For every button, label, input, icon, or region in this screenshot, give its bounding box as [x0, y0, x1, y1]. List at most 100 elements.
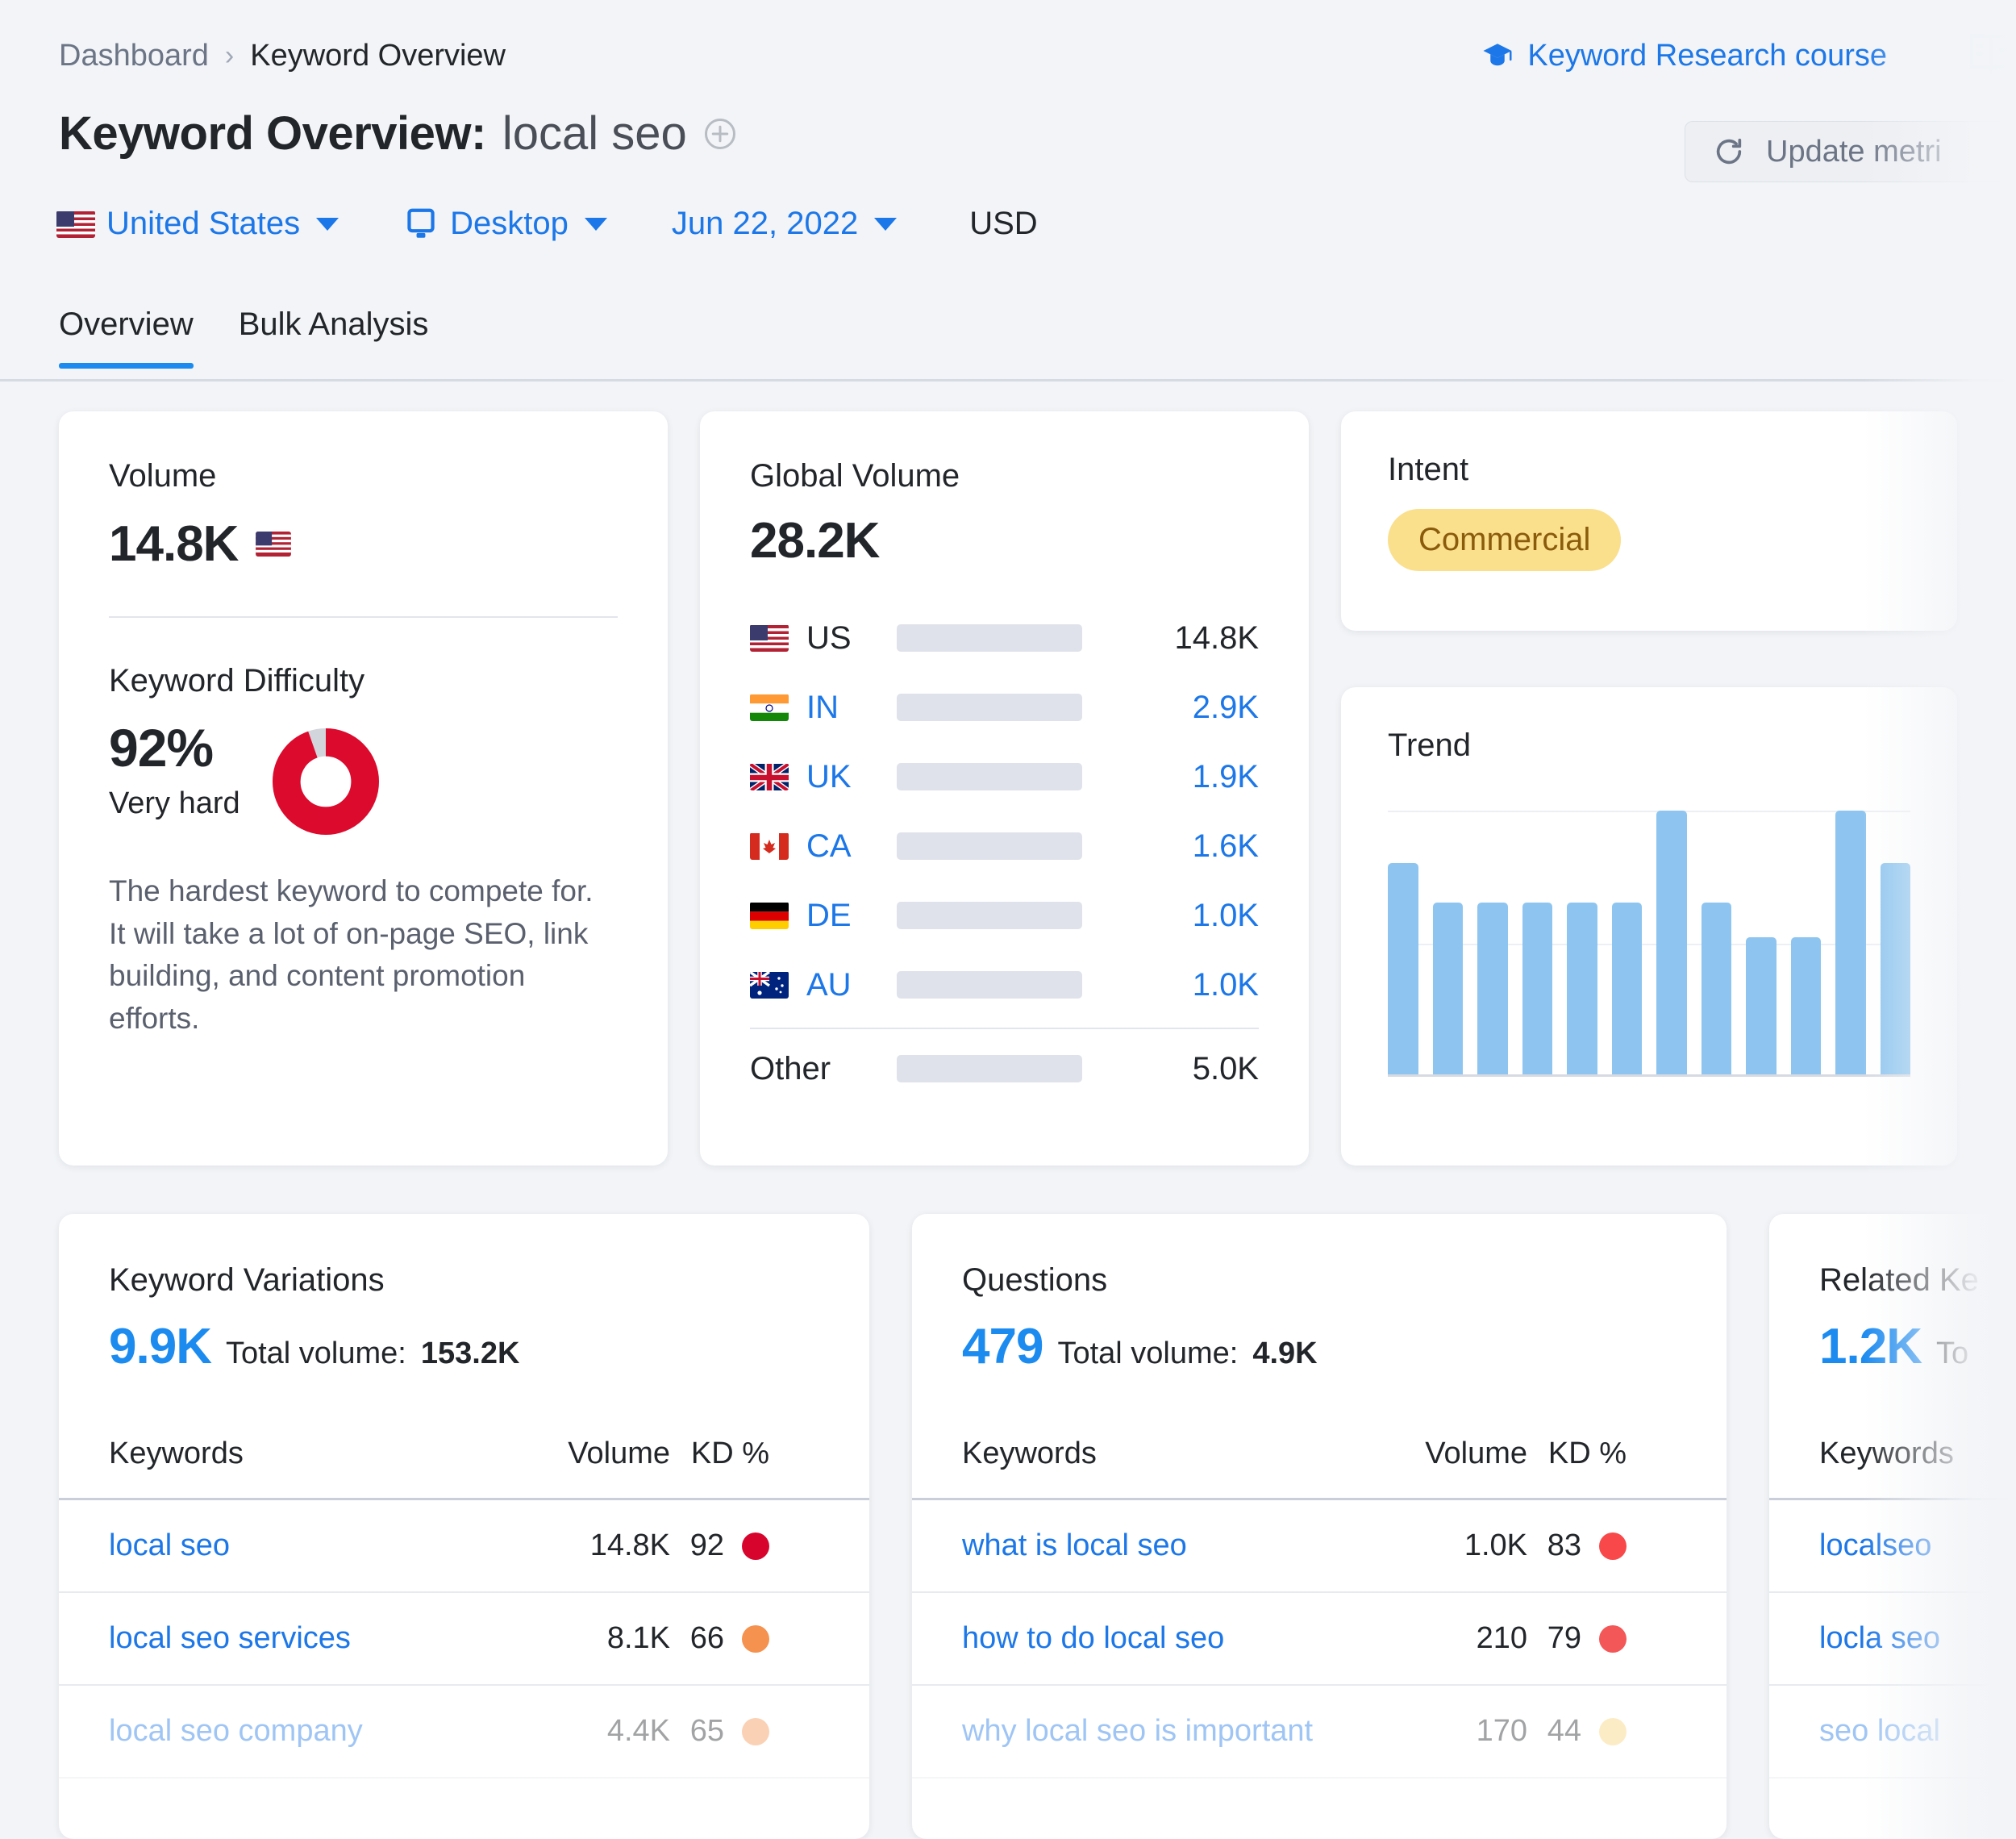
trend-bar[interactable] [1791, 937, 1822, 1074]
column-header-volume[interactable]: Volume [497, 1437, 670, 1471]
tab-overview[interactable]: Overview [59, 306, 194, 369]
column-header-keywords[interactable]: Keywords [1819, 1437, 2016, 1471]
keyword-link[interactable]: seo local [1819, 1714, 2016, 1749]
global-volume-row[interactable]: IN 2.9K [750, 673, 1259, 742]
questions-total-value: 4.9K [1252, 1337, 1317, 1371]
column-header-keywords[interactable]: Keywords [109, 1437, 497, 1471]
page-title-keyword: local seo [502, 106, 687, 161]
trend-bar[interactable] [1656, 811, 1687, 1074]
country-code: CA [806, 828, 852, 865]
kd-value: 66 [690, 1621, 724, 1656]
related-keywords-total-label: To [1936, 1337, 1968, 1371]
kd-cell: 65 [670, 1714, 819, 1749]
trend-card: Trend [1341, 687, 1957, 1166]
related-keywords-title: Related Ke [1819, 1262, 2016, 1299]
global-volume-country-list: US 14.8K IN 2.9K UK 1.9K [750, 603, 1259, 1103]
trend-bar[interactable] [1567, 903, 1597, 1074]
keyword-link[interactable]: local seo [109, 1528, 497, 1563]
add-to-list-icon[interactable] [703, 117, 737, 151]
volume-bar-track [897, 624, 1082, 652]
trend-bar[interactable] [1388, 863, 1418, 1074]
country-cell: AU [750, 967, 897, 1003]
keyword-link[interactable]: why local seo is important [962, 1714, 1354, 1749]
tab-divider [0, 379, 2016, 382]
table-header: Keywords Volume KD % [912, 1409, 1727, 1498]
table-row[interactable]: localseo [1769, 1500, 2016, 1593]
kd-indicator-dot [1599, 1625, 1627, 1653]
refresh-icon [1713, 136, 1745, 168]
trend-bar[interactable] [1702, 903, 1732, 1074]
kd-cell: 79 [1527, 1621, 1677, 1656]
keyword-link[interactable]: how to do local seo [962, 1621, 1354, 1656]
table-row[interactable]: why local seo is important170 44 [912, 1686, 1727, 1779]
keyword-link[interactable]: local seo company [109, 1714, 497, 1749]
table-row[interactable]: local seo14.8K 92 [59, 1500, 869, 1593]
keyword-variations-total-label: Total volume: [226, 1337, 406, 1371]
volume-value: 14.8K [109, 515, 238, 573]
keyword-research-course-link[interactable]: Keyword Research course [1481, 39, 1887, 73]
device-filter[interactable]: Desktop [403, 206, 607, 242]
trend-bar[interactable] [1746, 937, 1776, 1074]
manual-book-icon[interactable] [1966, 31, 2016, 81]
table-row[interactable]: seo local [1769, 1686, 2016, 1779]
update-metrics-button[interactable]: Update metri [1685, 121, 2016, 182]
keyword-link[interactable]: localseo [1819, 1528, 2016, 1563]
country-code: IN [806, 690, 839, 726]
column-header-kd[interactable]: KD % [1527, 1437, 1677, 1471]
keyword-link[interactable]: local seo services [109, 1621, 497, 1656]
table-row[interactable]: what is local seo1.0K 83 [912, 1500, 1727, 1593]
keyword-difficulty-donut-icon [273, 728, 379, 835]
country-filter[interactable]: United States [56, 206, 339, 242]
trend-bar[interactable] [1522, 903, 1553, 1074]
course-link-label: Keyword Research course [1527, 39, 1887, 73]
volume-bar-track [897, 694, 1082, 721]
global-volume-row[interactable]: AU 1.0K [750, 950, 1259, 1020]
related-keywords-card: Related Ke 1.2K To Keywords localseo locl… [1769, 1214, 2016, 1839]
column-header-keywords[interactable]: Keywords [962, 1437, 1354, 1471]
volume-cell: 170 [1354, 1714, 1527, 1749]
global-volume-row[interactable]: CA 1.6K [750, 811, 1259, 881]
trend-bar[interactable] [1433, 903, 1464, 1074]
questions-count[interactable]: 479 [962, 1318, 1043, 1375]
keyword-variations-count[interactable]: 9.9K [109, 1318, 211, 1375]
country-code: US [806, 620, 852, 657]
trend-bar[interactable] [1881, 863, 1911, 1074]
table-row[interactable]: local seo services8.1K 66 [59, 1593, 869, 1686]
kd-indicator-dot [742, 1532, 769, 1560]
table-row[interactable]: locla seo [1769, 1593, 2016, 1686]
kd-indicator-dot [1599, 1718, 1627, 1745]
questions-total-label: Total volume: [1057, 1337, 1238, 1371]
table-row[interactable]: how to do local seo210 79 [912, 1593, 1727, 1686]
breadcrumb-dashboard[interactable]: Dashboard [59, 39, 209, 73]
filter-bar: United States Desktop Jun 22, 2022 USD [56, 206, 1038, 242]
country-cell: CA [750, 828, 897, 865]
keyword-link[interactable]: what is local seo [962, 1528, 1354, 1563]
country-code: AU [806, 967, 852, 1003]
kd-cell: 66 [670, 1621, 819, 1656]
related-keywords-count[interactable]: 1.2K [1819, 1318, 1922, 1375]
keyword-variations-title: Keyword Variations [109, 1262, 819, 1299]
trend-bar[interactable] [1477, 903, 1508, 1074]
volume-bar-track [897, 832, 1082, 860]
trend-bar[interactable] [1835, 811, 1866, 1074]
date-filter[interactable]: Jun 22, 2022 [672, 206, 897, 242]
kd-indicator-dot [742, 1718, 769, 1745]
column-header-kd[interactable]: KD % [670, 1437, 819, 1471]
tab-bulk-analysis[interactable]: Bulk Analysis [239, 306, 429, 369]
intent-badge[interactable]: Commercial [1388, 509, 1621, 571]
kd-value: 83 [1547, 1528, 1581, 1563]
table-row[interactable]: local seo company4.4K 65 [59, 1686, 869, 1779]
kd-cell: 44 [1527, 1714, 1677, 1749]
global-volume-row[interactable]: UK 1.9K [750, 742, 1259, 811]
global-volume-row[interactable]: DE 1.0K [750, 881, 1259, 950]
global-volume-row[interactable]: US 14.8K [750, 603, 1259, 673]
country-cell: UK [750, 759, 897, 795]
trend-bar-chart [1388, 811, 1910, 1077]
trend-bar[interactable] [1612, 903, 1643, 1074]
keyword-link[interactable]: locla seo [1819, 1621, 2016, 1656]
us-flag-icon [750, 624, 789, 652]
de-flag-icon [750, 902, 789, 929]
kd-indicator-dot [742, 1625, 769, 1653]
intent-card-title: Intent [1388, 452, 1910, 488]
column-header-volume[interactable]: Volume [1354, 1437, 1527, 1471]
